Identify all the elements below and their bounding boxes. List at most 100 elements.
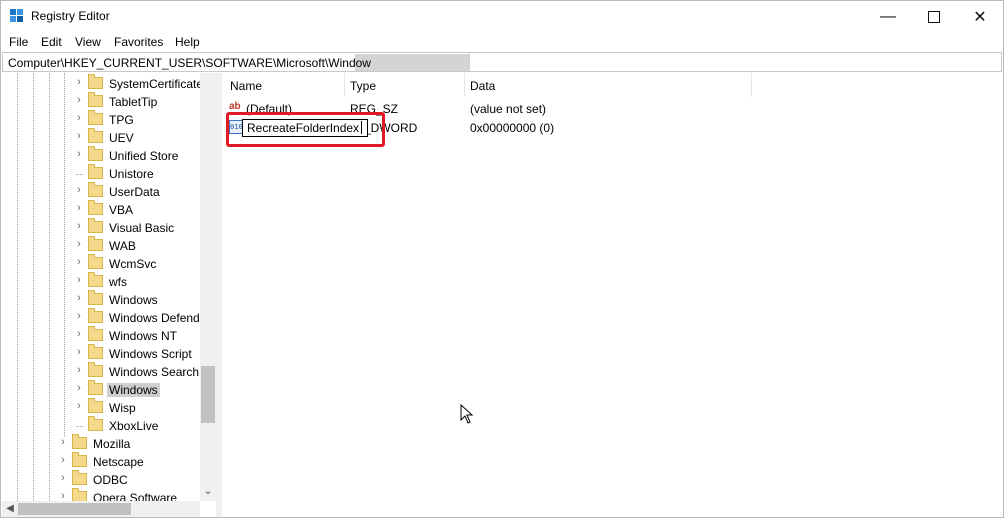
tree-item[interactable]: › Unified Store — [2, 146, 202, 165]
tree-item[interactable]: › Windows NT — [2, 326, 202, 345]
expand-chevron-icon[interactable]: › — [58, 436, 68, 448]
minimize-icon: — — [880, 7, 896, 25]
column-divider[interactable] — [344, 73, 345, 97]
tree-item-label: Netscape — [93, 455, 144, 469]
folder-icon — [88, 272, 103, 287]
tree-item[interactable]: › Wisp — [2, 398, 202, 417]
expand-chevron-icon[interactable]: › — [74, 202, 84, 214]
tree-item[interactable]: › WAB — [2, 236, 202, 255]
tree-vertical-scroll-thumb[interactable] — [201, 366, 215, 423]
tree-item-label: UEV — [109, 131, 134, 145]
column-header-type[interactable]: Type — [350, 79, 376, 93]
column-divider[interactable] — [464, 73, 465, 97]
tree-item[interactable]: › Mozilla — [2, 434, 202, 453]
expand-chevron-icon[interactable]: › — [74, 328, 84, 340]
menu-file[interactable]: File — [9, 35, 28, 49]
expand-chevron-icon[interactable]: › — [74, 76, 84, 88]
folder-icon — [88, 164, 103, 179]
expand-chevron-icon[interactable]: › — [74, 310, 84, 322]
tree-item-label: Unified Store — [109, 149, 179, 163]
expand-chevron-icon[interactable]: › — [74, 184, 84, 196]
close-button[interactable]: ✕ — [957, 1, 1003, 32]
menu-edit[interactable]: Edit — [41, 35, 62, 49]
tree-item[interactable]: XboxLive — [2, 416, 202, 435]
expand-chevron-icon[interactable]: › — [74, 130, 84, 142]
folder-icon — [72, 434, 87, 449]
address-selection — [355, 54, 470, 71]
mouse-cursor-icon — [460, 404, 474, 424]
folder-icon — [88, 326, 103, 341]
folder-icon — [88, 110, 103, 125]
scroll-left-arrow-icon[interactable]: ◀ — [2, 501, 18, 517]
address-path: Computer\HKEY_CURRENT_USER\SOFTWARE\Micr… — [8, 56, 371, 70]
tree-item[interactable]: Unistore — [2, 164, 202, 183]
tree-item-label: VBA — [109, 203, 134, 217]
tree-item-label: UserData — [109, 185, 160, 199]
folder-icon — [88, 416, 103, 431]
tree-item-label: Windows Script — [109, 347, 192, 361]
tree-item[interactable]: › Windows — [2, 290, 202, 309]
folder-icon — [88, 398, 103, 413]
tree-horizontal-scroll-thumb[interactable] — [18, 503, 131, 515]
expand-chevron-icon[interactable]: › — [74, 94, 84, 106]
maximize-icon — [928, 10, 940, 23]
tree-item-label: Mozilla — [93, 437, 131, 451]
expand-chevron-icon[interactable]: › — [74, 364, 84, 376]
column-header-data[interactable]: Data — [470, 79, 495, 93]
menu-help[interactable]: Help — [175, 35, 200, 49]
tree-item[interactable]: › UserData — [2, 182, 202, 201]
tree-item[interactable]: › VBA — [2, 200, 202, 219]
tree-item[interactable]: › Visual Basic — [2, 218, 202, 237]
address-bar[interactable]: Computer\HKEY_CURRENT_USER\SOFTWARE\Micr… — [2, 52, 1002, 72]
tree-item[interactable]: › ODBC — [2, 470, 202, 489]
tree-horizontal-scrollbar[interactable]: ◀ — [2, 501, 200, 517]
scroll-down-arrow-icon[interactable]: ⌄ — [200, 483, 216, 499]
menu-favorites[interactable]: Favorites — [114, 35, 163, 49]
expand-chevron-icon[interactable]: › — [74, 256, 84, 268]
tree-item[interactable]: › UEV — [2, 128, 202, 147]
tree-item-label: TabletTip — [109, 95, 158, 109]
expand-chevron-icon[interactable]: › — [74, 112, 84, 124]
tree-item[interactable]: › Windows Search — [2, 362, 202, 381]
tree-leaf-connector — [76, 174, 83, 175]
maximize-button[interactable] — [911, 1, 957, 32]
tree-leaf-connector — [76, 426, 83, 427]
tree-item[interactable]: › wfs — [2, 272, 202, 291]
tree-item-label: Unistore — [109, 167, 154, 181]
expand-chevron-icon[interactable]: › — [74, 292, 84, 304]
folder-icon — [72, 470, 87, 485]
minimize-button[interactable]: — — [865, 1, 911, 32]
folder-icon — [88, 146, 103, 161]
tree-item[interactable]: › TPG — [2, 110, 202, 129]
expand-chevron-icon[interactable]: › — [58, 454, 68, 466]
tree-item[interactable]: › Windows Defend — [2, 308, 202, 327]
expand-chevron-icon[interactable]: › — [74, 148, 84, 160]
tree-item[interactable]: › Windows — [2, 380, 202, 399]
tree-item[interactable]: › Windows Script — [2, 344, 202, 363]
tree-item-label: Windows — [107, 383, 160, 397]
tree-item-label: Visual Basic — [109, 221, 175, 235]
expand-chevron-icon[interactable]: › — [74, 274, 84, 286]
folder-icon — [88, 236, 103, 251]
tree-item[interactable]: › Netscape — [2, 452, 202, 471]
tree-vertical-scrollbar[interactable] — [200, 73, 216, 501]
expand-chevron-icon[interactable]: › — [74, 220, 84, 232]
tree-item[interactable]: › TabletTip — [2, 92, 202, 111]
folder-icon — [88, 362, 103, 377]
column-header-name[interactable]: Name — [230, 79, 262, 93]
folder-icon — [72, 452, 87, 467]
expand-chevron-icon[interactable]: › — [58, 472, 68, 484]
expand-chevron-icon[interactable]: › — [74, 346, 84, 358]
menu-view[interactable]: View — [75, 35, 101, 49]
folder-icon — [88, 308, 103, 323]
folder-icon — [88, 92, 103, 107]
tree-item[interactable]: › SystemCertificate — [2, 74, 203, 93]
folder-icon — [88, 344, 103, 359]
column-divider[interactable] — [751, 73, 752, 97]
expand-chevron-icon[interactable]: › — [74, 400, 84, 412]
tree-item[interactable]: › WcmSvc — [2, 254, 202, 273]
registry-tree[interactable]: › SystemCertificate › TabletTip › TPG › UEV › Uni… — [2, 73, 216, 517]
expand-chevron-icon[interactable]: › — [74, 382, 84, 394]
expand-chevron-icon[interactable]: › — [74, 238, 84, 250]
value-data: (value not set) — [470, 102, 547, 116]
